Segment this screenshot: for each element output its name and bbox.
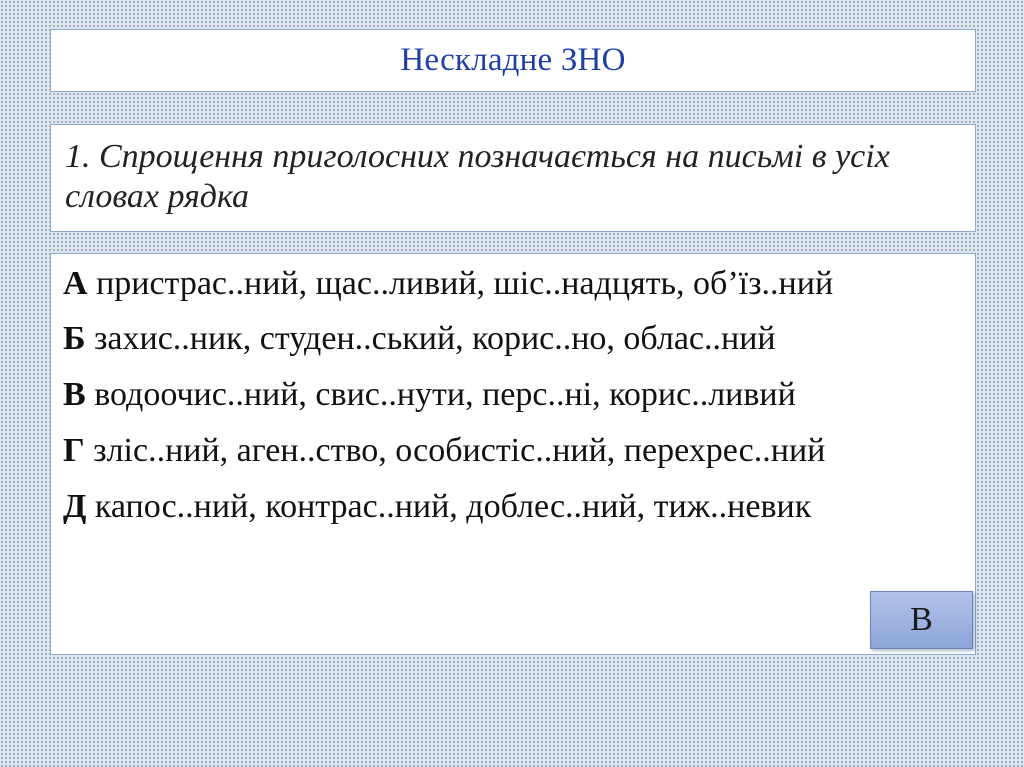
option-text: водоочис..ний, свис..нути, перс..ні, кор… bbox=[85, 376, 796, 413]
option-letter: В bbox=[63, 376, 86, 413]
title-panel: Нескладне ЗНО bbox=[50, 29, 976, 92]
option-b: Б захис..ник, студен..ський, корис..но, … bbox=[63, 321, 961, 356]
option-text: захис..ник, студен..ський, корис..но, об… bbox=[85, 320, 776, 357]
slide-title: Нескладне ЗНО bbox=[400, 42, 626, 78]
answers-panel: А пристрас..ний, щас..ливий, шіс..надцят… bbox=[50, 253, 976, 655]
option-letter: Д bbox=[63, 488, 87, 525]
option-text: пристрас..ний, щас..ливий, шіс..надцять,… bbox=[87, 265, 834, 302]
question-text: 1. Спрощення приголосних позначається на… bbox=[65, 138, 890, 215]
answer-button[interactable]: В bbox=[870, 591, 973, 649]
option-letter: А bbox=[63, 265, 88, 302]
option-v: В водоочис..ний, свис..нути, перс..ні, к… bbox=[63, 377, 961, 412]
option-text: капос..ний, контрас..ний, доблес..ний, т… bbox=[86, 488, 812, 525]
option-letter: Г bbox=[63, 432, 85, 469]
option-d: Д капос..ний, контрас..ний, доблес..ний,… bbox=[63, 489, 961, 524]
option-letter: Б bbox=[63, 320, 86, 357]
option-h: Г зліс..ний, аген..ство, особистіс..ний,… bbox=[63, 433, 961, 468]
option-text: зліс..ний, аген..ство, особистіс..ний, п… bbox=[84, 432, 826, 469]
question-panel: 1. Спрощення приголосних позначається на… bbox=[50, 124, 976, 232]
option-a: А пристрас..ний, щас..ливий, шіс..надцят… bbox=[63, 266, 961, 301]
